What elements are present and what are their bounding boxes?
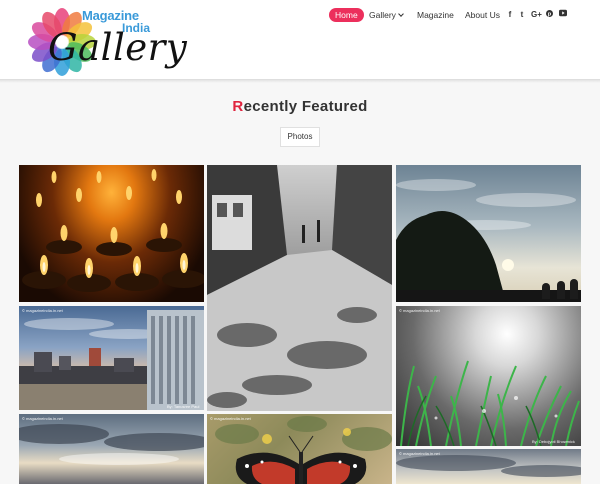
candles-scene [22, 169, 204, 292]
street-scene [207, 165, 392, 411]
pinterest-glyph: p [545, 10, 553, 18]
photo-credit: By: Tanusree Paul [167, 404, 200, 409]
site-header: Magazine India Gallery Home Gallery Maga… [0, 0, 600, 80]
gallery-photo-sunset-tree[interactable] [396, 165, 581, 302]
header-shadow [0, 80, 600, 83]
filter-photos-button[interactable]: Photos [280, 127, 320, 147]
clouds-scene [19, 424, 204, 465]
gallery-photo-grass[interactable]: © magazineindia.in.net By: Debojyoti Bho… [396, 306, 581, 446]
photo-watermark: © magazineindia.in.net [22, 308, 63, 313]
gallery-photo-street[interactable] [207, 165, 392, 411]
gallery-photo-city[interactable]: © magazineindia.in.net By: Tanusree Paul [19, 306, 204, 410]
gallery-photo-butterfly[interactable]: © magazineindia.in.net [207, 414, 392, 484]
photo-watermark: © magazineindia.in.net [399, 308, 440, 313]
butterfly-scene [215, 416, 392, 484]
facebook-icon[interactable]: f [507, 9, 513, 21]
nav-gallery[interactable]: Gallery [369, 8, 404, 22]
city-scene [19, 310, 204, 410]
svg-text:p: p [547, 12, 551, 17]
youtube-glyph [558, 9, 567, 17]
gallery-photo-sky[interactable]: © magazineindia.in.net [396, 449, 581, 484]
google-plus-icon[interactable]: G+ [531, 9, 542, 21]
nav-about-us[interactable]: About Us [465, 8, 500, 22]
section-title: Recently Featured [0, 98, 600, 115]
sunset-tree-scene [396, 179, 581, 302]
grass-scene [400, 360, 580, 446]
gallery-photo-candles[interactable] [19, 165, 204, 302]
pinterest-icon[interactable]: p [545, 9, 553, 21]
gallery-photo-clouds[interactable]: © magazineindia.in.net [19, 414, 204, 484]
photo-credit: By: Debojyoti Bhowmick [532, 439, 575, 444]
nav-home[interactable]: Home [329, 8, 364, 22]
photo-watermark: © magazineindia.in.net [22, 416, 63, 421]
site-logo[interactable]: Magazine India Gallery [28, 4, 187, 76]
youtube-icon[interactable] [558, 9, 567, 21]
photo-watermark: © magazineindia.in.net [210, 416, 251, 421]
title-first-letter: R [232, 98, 244, 115]
logo-text-gallery: Gallery [48, 26, 188, 69]
chevron-down-icon [398, 11, 404, 17]
twitter-icon[interactable]: t [518, 9, 526, 21]
nav-magazine[interactable]: Magazine [417, 8, 454, 22]
photo-watermark: © magazineindia.in.net [399, 451, 440, 456]
title-rest: ecently Featured [243, 98, 368, 115]
nav-gallery-label: Gallery [369, 10, 396, 20]
